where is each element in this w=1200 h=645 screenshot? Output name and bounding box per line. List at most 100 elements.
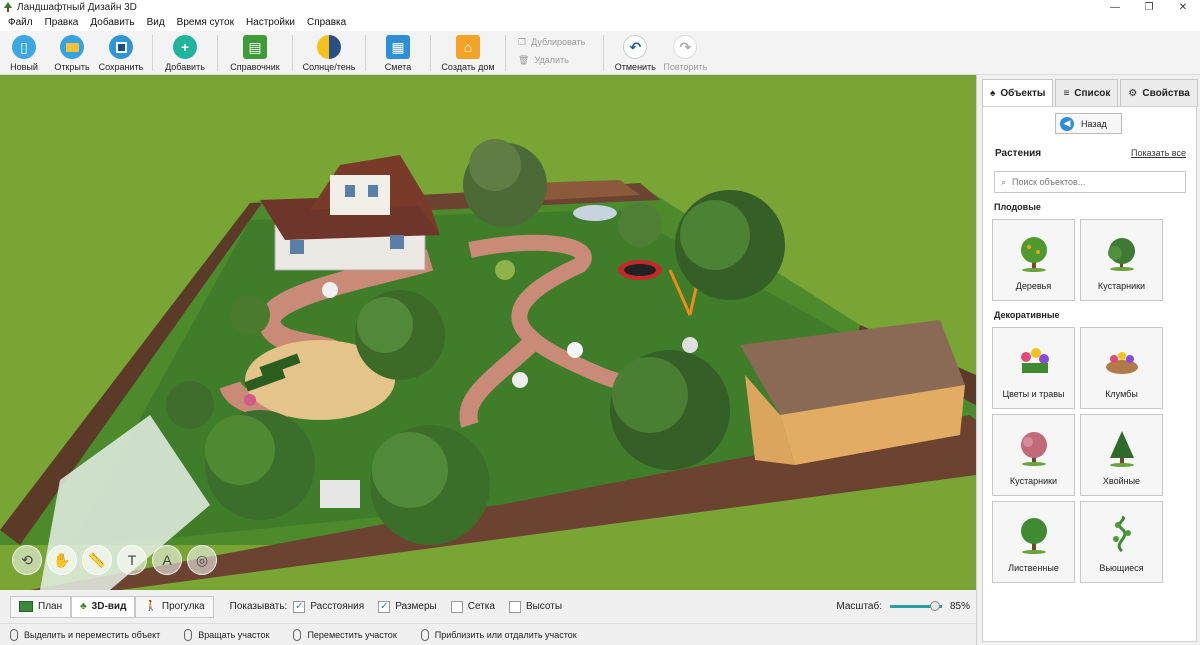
title-bar: Ландшафтный Дизайн 3D — ❐ ✕ <box>0 0 1200 14</box>
object-card-deciduous[interactable]: Лиственные <box>992 501 1075 583</box>
status-hint: Вращать участок <box>184 628 269 641</box>
3d-view-button[interactable]: ♣ 3D-вид <box>71 595 136 618</box>
menu-add[interactable]: Добавить <box>84 17 140 28</box>
status-hint: Переместить участок <box>293 628 397 641</box>
status-hint-text: Переместить участок <box>307 629 397 640</box>
text-icon[interactable]: T <box>117 545 147 575</box>
hand-pan-icon[interactable]: ✋ <box>47 545 77 575</box>
object-card-climbing[interactable]: Вьющиеся <box>1080 501 1163 583</box>
grid-checkbox[interactable]: Сетка <box>450 600 495 613</box>
object-card-flowerbeds[interactable]: Клумбы <box>1080 327 1163 409</box>
toolbar-separator <box>152 35 153 71</box>
section-title: Растения <box>995 148 1042 159</box>
gear-icon: ⚙ <box>1128 87 1138 99</box>
object-card-flowers[interactable]: Цветы и травы <box>992 327 1075 409</box>
panel-tabs: ♠ Объекты ≡ Список ⚙ Свойства <box>977 75 1200 107</box>
object-card-fruit-shrubs[interactable]: Кустарники <box>1080 219 1163 301</box>
toolbar-separator <box>365 35 366 71</box>
status-hint: Приблизить или отдалить участок <box>420 628 577 641</box>
deciduous-tree-icon <box>1020 518 1047 554</box>
shrub-icon <box>1107 238 1135 271</box>
status-hint: Выделить и переместить объект <box>10 628 160 641</box>
fruit-tree-icon <box>1020 237 1047 272</box>
maximize-button[interactable]: ❐ <box>1132 0 1166 14</box>
search-input[interactable] <box>1012 177 1173 187</box>
menu-edit[interactable]: Правка <box>39 17 85 28</box>
object-card-conifers[interactable]: Хвойные <box>1080 414 1163 496</box>
estimate-button[interactable]: ▦ Смета <box>372 31 424 75</box>
redo-arrow-icon: ↷ <box>673 35 698 59</box>
viewport-tools: ⟲ ✋ 📏 T A ◎ <box>12 545 217 575</box>
undo-button[interactable]: ↶ Отменить <box>610 31 660 75</box>
tab-list[interactable]: ≡ Список <box>1055 79 1119 107</box>
flowerbed-icon <box>1105 352 1138 374</box>
guide-button[interactable]: ▤ Справочник <box>224 31 286 75</box>
plan-label: План <box>38 601 63 612</box>
mouse-middle-icon <box>293 628 302 641</box>
plan-view-button[interactable]: План <box>10 595 72 618</box>
sun-shade-icon <box>317 35 341 59</box>
tree-icon: ♠ <box>990 87 996 99</box>
3d-viewport[interactable]: ⟲ ✋ 📏 T A ◎ <box>0 75 976 590</box>
layers-icon[interactable]: ◎ <box>187 545 217 575</box>
house-label: Создать дом <box>441 62 495 72</box>
sun-shadow-button[interactable]: Солнце/тень <box>299 31 359 75</box>
redo-button[interactable]: ↷ Повторить <box>660 31 710 75</box>
zoom-slider[interactable] <box>889 601 942 611</box>
object-card-decorative-shrubs[interactable]: Кустарники <box>992 414 1075 496</box>
create-house-button[interactable]: ⌂ Создать дом <box>437 31 499 75</box>
object-card-trees[interactable]: Деревья <box>992 219 1075 301</box>
delete-button[interactable]: 🗑 Удалить <box>518 51 585 69</box>
ruler-icon[interactable]: 📏 <box>82 545 112 575</box>
menu-file[interactable]: Файл <box>2 17 39 28</box>
add-button[interactable]: + Добавить <box>159 31 211 75</box>
toolbar-separator <box>603 35 605 71</box>
back-label: Назад <box>1081 118 1107 129</box>
search-box[interactable]: ⌕ <box>994 171 1186 193</box>
checkmark-icon: ✓ <box>378 600 391 613</box>
rotate-view-icon[interactable]: ⟲ <box>12 545 42 575</box>
duplicate-button[interactable]: ❐ Дублировать <box>518 33 585 51</box>
tab-objects[interactable]: ♠ Объекты <box>982 79 1054 107</box>
menu-help[interactable]: Справка <box>301 17 352 28</box>
delete-label: Удалить <box>534 55 569 65</box>
show-label: Показывать: <box>229 601 288 612</box>
sun-label: Солнце/тень <box>302 62 356 72</box>
card-label: Лиственные <box>1008 563 1059 573</box>
walk-view-button[interactable]: 🚶 Прогулка <box>135 595 214 618</box>
status-bar: Выделить и переместить объект Вращать уч… <box>0 623 978 645</box>
garden-scene[interactable] <box>0 75 976 590</box>
toolbar: ▯ Новый Открыть Сохранить + Добавить ▤ С… <box>0 31 1200 75</box>
search-icon: ⌕ <box>1001 176 1007 187</box>
view-bar: План ♣ 3D-вид 🚶 Прогулка Показывать: ✓ Ра… <box>0 590 976 623</box>
undo-arrow-icon: ↶ <box>623 35 648 59</box>
open-label: Открыть <box>54 62 90 72</box>
tab-properties[interactable]: ⚙ Свойства <box>1120 79 1198 107</box>
open-button[interactable]: Открыть <box>48 31 96 75</box>
show-all-link[interactable]: Показать все <box>1131 148 1186 158</box>
minimize-button[interactable]: — <box>1098 0 1132 14</box>
zoom-slider-handle[interactable] <box>929 601 940 611</box>
menu-view[interactable]: Вид <box>141 17 171 28</box>
distances-checkbox[interactable]: ✓ Расстояния <box>293 600 365 613</box>
back-button[interactable]: ◀ Назад <box>1055 113 1122 134</box>
plus-icon: + <box>173 35 197 59</box>
heights-checkbox[interactable]: Высоты <box>508 600 562 613</box>
new-button[interactable]: ▯ Новый <box>0 31 48 75</box>
save-button[interactable]: Сохранить <box>96 31 146 75</box>
mouse-right-icon <box>184 628 193 641</box>
zoom-control: Масштаб: 85% <box>836 601 976 612</box>
estimate-label: Смета <box>384 62 412 72</box>
mouse-wheel-icon <box>420 628 429 641</box>
close-button[interactable]: ✕ <box>1166 0 1200 14</box>
distances-label: Расстояния <box>310 601 365 612</box>
menu-settings[interactable]: Настройки <box>240 17 301 28</box>
plan-icon <box>19 601 33 612</box>
sizes-label: Размеры <box>395 601 437 612</box>
menu-time-of-day[interactable]: Время суток <box>171 17 240 28</box>
sizes-checkbox[interactable]: ✓ Размеры <box>378 600 437 613</box>
edit-actions: ❐ Дублировать 🗑 Удалить <box>512 31 585 71</box>
toolbar-separator <box>505 35 506 71</box>
label-icon[interactable]: A <box>152 545 182 575</box>
checkbox-box <box>450 600 463 613</box>
